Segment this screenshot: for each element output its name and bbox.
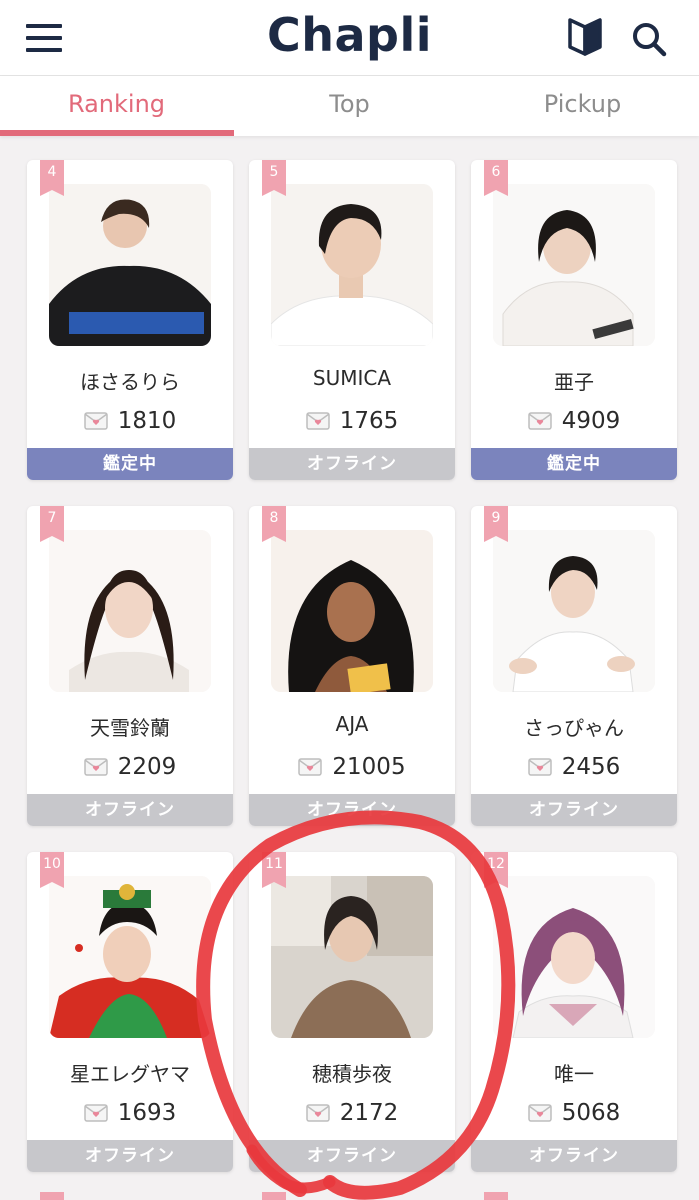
- status-badge: 鑑定中: [471, 448, 677, 480]
- mail-heart-icon: [83, 412, 108, 430]
- fortune-teller-card[interactable]: 4 ほさるりら 1810 鑑定中: [27, 160, 233, 480]
- rank-badge: 10: [40, 852, 64, 888]
- mail-heart-icon: [305, 412, 330, 430]
- app-header: Chapli: [0, 0, 699, 76]
- fortune-teller-card[interactable]: 8 AJA 21005 オフライン: [249, 506, 455, 826]
- rank-badge: 8: [262, 506, 286, 542]
- teller-name: さっぴゃん: [524, 716, 624, 740]
- mail-heart-icon: [527, 412, 552, 430]
- rank-badge: 5: [262, 160, 286, 196]
- rank-badge: 6: [484, 160, 508, 196]
- review-count-value: 1810: [117, 408, 177, 434]
- mail-heart-icon: [305, 1104, 330, 1122]
- status-badge: オフライン: [27, 794, 233, 826]
- review-count-value: 2172: [339, 1100, 399, 1126]
- review-count-value: 1765: [339, 408, 399, 434]
- mail-heart-icon: [527, 758, 552, 776]
- review-count: 1693: [27, 1098, 233, 1128]
- status-badge: オフライン: [27, 1140, 233, 1172]
- tab-ranking[interactable]: Ranking: [0, 76, 234, 136]
- review-count-value: 5068: [561, 1100, 621, 1126]
- tab-pickup[interactable]: Pickup: [466, 76, 699, 136]
- status-badge: オフライン: [471, 1140, 677, 1172]
- fortune-teller-card[interactable]: 7 天雪鈴蘭 2209 オフライン: [27, 506, 233, 826]
- mail-heart-icon: [83, 758, 108, 776]
- teller-name: 亜子: [554, 370, 594, 394]
- search-icon[interactable]: [630, 20, 668, 58]
- rank-badge: 11: [262, 852, 286, 888]
- teller-name: AJA: [335, 712, 369, 736]
- avatar: [493, 184, 655, 346]
- review-count: 21005: [249, 752, 455, 782]
- status-badge: オフライン: [471, 794, 677, 826]
- mail-heart-icon: [83, 1104, 108, 1122]
- avatar: [271, 530, 433, 692]
- review-count-value: 4909: [561, 408, 621, 434]
- review-count-value: 2209: [117, 754, 177, 780]
- review-count: 2172: [249, 1098, 455, 1128]
- review-count: 2456: [471, 752, 677, 782]
- mail-heart-icon: [298, 758, 323, 776]
- review-count: 2209: [27, 752, 233, 782]
- review-count-value: 21005: [332, 754, 406, 780]
- tab-top[interactable]: Top: [233, 76, 466, 136]
- review-count: 1765: [249, 406, 455, 436]
- teller-name: SUMICA: [312, 366, 392, 390]
- status-badge: 鑑定中: [27, 448, 233, 480]
- avatar: [49, 530, 211, 692]
- review-count: 4909: [471, 406, 677, 436]
- rank-badge: 7: [40, 506, 64, 542]
- mail-heart-icon: [527, 1104, 552, 1122]
- review-count-value: 1693: [117, 1100, 177, 1126]
- rank-badge: 9: [484, 506, 508, 542]
- review-count: 1810: [27, 406, 233, 436]
- teller-name: 穂積歩夜: [312, 1062, 392, 1086]
- teller-name: 星エレグヤマ: [70, 1062, 190, 1086]
- fortune-teller-card[interactable]: 6 亜子 4909 鑑定中: [471, 160, 677, 480]
- teller-name: ほさるりら: [80, 370, 180, 394]
- status-badge: オフライン: [249, 448, 455, 480]
- avatar: [493, 530, 655, 692]
- avatar: [49, 184, 211, 346]
- rank-badge: 12: [484, 852, 508, 888]
- status-badge: オフライン: [249, 1140, 455, 1172]
- status-badge: オフライン: [249, 794, 455, 826]
- fortune-teller-card[interactable]: 11 穂積歩夜 2172 オフライン: [249, 852, 455, 1172]
- fortune-teller-card[interactable]: 9 さっぴゃん 2456 オフライン: [471, 506, 677, 826]
- avatar: [271, 184, 433, 346]
- next-row-peek: [0, 1188, 699, 1200]
- rank-badge: 4: [40, 160, 64, 196]
- fortune-teller-card[interactable]: 5 SUMICA 1765 オフライン: [249, 160, 455, 480]
- review-count: 5068: [471, 1098, 677, 1128]
- avatar: [493, 876, 655, 1038]
- avatar: [49, 876, 211, 1038]
- beginner-mark-icon[interactable]: [568, 18, 602, 56]
- review-count-value: 2456: [561, 754, 621, 780]
- fortune-teller-card[interactable]: 12 唯一 5068 オフライン: [471, 852, 677, 1172]
- fortune-teller-card[interactable]: 10 星エレグヤマ 1693 オフライン: [27, 852, 233, 1172]
- avatar: [271, 876, 433, 1038]
- teller-name: 唯一: [554, 1062, 594, 1086]
- teller-name: 天雪鈴蘭: [90, 716, 170, 740]
- tab-bar: Ranking Top Pickup: [0, 76, 699, 136]
